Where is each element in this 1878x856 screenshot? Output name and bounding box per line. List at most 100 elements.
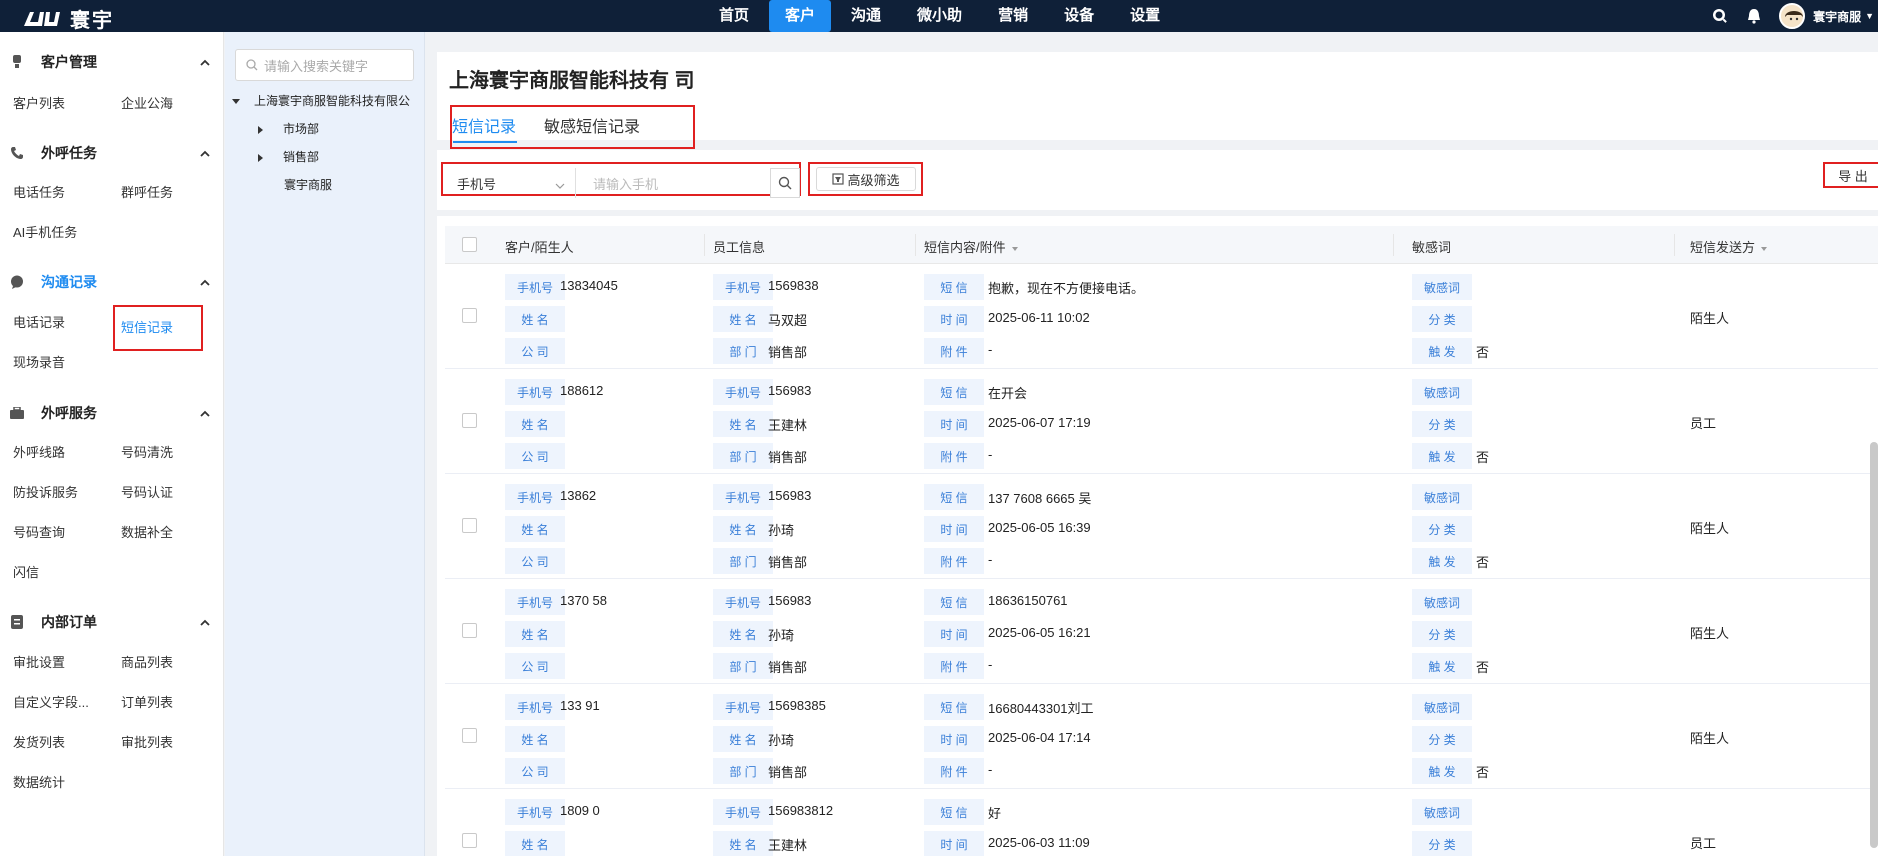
nav-communication[interactable]: 沟通 — [835, 0, 897, 32]
sms-attachment: - — [988, 447, 993, 462]
select-all-checkbox[interactable] — [462, 237, 477, 252]
caret-right-icon[interactable] — [258, 125, 263, 134]
column-header-label: 短信内容/附件 — [924, 240, 1006, 255]
chevron-up-icon[interactable] — [200, 274, 210, 290]
sidebar-item-custom-fields[interactable]: 自定义字段... — [13, 693, 89, 713]
column-header-sender[interactable]: 短信发送方 — [1690, 237, 1768, 256]
nav-customer[interactable]: 客户 — [769, 0, 832, 32]
sidebar-item-onsite-recording[interactable]: 现场录音 — [13, 353, 65, 373]
sidebar-item-data-statistics[interactable]: 数据统计 — [13, 773, 65, 793]
sidebar-item-call-records[interactable]: 电话记录 — [13, 313, 65, 333]
search-input[interactable]: 请输入手机 — [583, 168, 772, 198]
nav-marketing[interactable]: 营销 — [982, 0, 1044, 32]
caret-down-icon[interactable] — [232, 99, 240, 105]
chevron-up-icon[interactable] — [200, 54, 210, 70]
tree-node-root[interactable]: 上海寰宇商服智能科技有限公 — [232, 92, 425, 110]
top-navbar: 寰宇 首页 客户 沟通 微小助 营销 设备 设置 寰宇商服 ▼ — [0, 0, 1878, 32]
sidebar-item-order-list[interactable]: 订单列表 — [121, 693, 173, 713]
sidebar-item-approval-list[interactable]: 审批列表 — [121, 733, 173, 753]
sidebar-item-customer-list[interactable]: 客户列表 — [13, 94, 65, 114]
table-row[interactable]: 手机号 1370 58 姓 名公 司手机号 156983 姓 名孙琦部 门销售部短 信1… — [445, 579, 1878, 684]
section-customer-management[interactable]: 客户管理 — [10, 50, 210, 74]
column-header-label: 短信发送方 — [1690, 240, 1756, 255]
nav-device[interactable]: 设备 — [1048, 0, 1110, 32]
search-field-select[interactable]: 手机号 — [451, 168, 576, 198]
employee-phone: 15698385 — [768, 698, 826, 713]
section-outbound-services[interactable]: 外呼服务 — [10, 401, 210, 425]
tree-node-sales[interactable]: 销售部 — [258, 148, 319, 166]
sidebar-item-ai-phone-task[interactable]: AI手机任务 — [13, 223, 77, 243]
chevron-up-icon[interactable] — [200, 405, 210, 421]
table-row[interactable]: 手机号 133 91 姓 名公 司手机号 15698385 姓 名孙琦部 门销售部短 信… — [445, 684, 1878, 789]
tree-node-huanyu[interactable]: 寰宇商服 — [284, 176, 332, 194]
label-sensitive-word: 敏感词 — [1412, 274, 1472, 300]
nav-assistant[interactable]: 微小助 — [901, 0, 978, 32]
label-sensitive-word: 敏感词 — [1412, 589, 1472, 615]
row-checkbox[interactable] — [462, 518, 477, 533]
sms-time: 2025-06-05 16:21 — [988, 625, 1091, 640]
sidebar-item-sms-records[interactable]: 短信记录 — [113, 305, 203, 351]
sidebar-item-public-pool[interactable]: 企业公海 — [121, 94, 173, 114]
employee-name: 马双超 — [768, 313, 808, 328]
label-time: 时 间 — [924, 726, 984, 752]
sidebar-item-shipping-list[interactable]: 发货列表 — [13, 733, 65, 753]
tab-sensitive-sms-records[interactable]: 敏感短信记录 — [544, 113, 640, 137]
row-checkbox[interactable] — [462, 833, 477, 848]
chevron-up-icon[interactable] — [200, 614, 210, 630]
export-button[interactable]: 导 出 — [1823, 162, 1878, 188]
table-row[interactable]: 手机号 13862 姓 名公 司手机号 156983 姓 名孙琦部 门销售部短 信 137… — [445, 474, 1878, 579]
label-category: 分 类 — [1412, 726, 1472, 752]
main-nav: 首页 客户 沟通 微小助 营销 设备 设置 — [703, 0, 1180, 32]
sidebar-item-data-completion[interactable]: 数据补全 — [121, 523, 173, 543]
tree-search-input[interactable]: 请输入搜索关键字 — [235, 49, 414, 81]
filter-bar: 手机号 请输入手机 高级筛选 导 出 — [437, 150, 1878, 210]
caret-right-icon[interactable] — [258, 153, 263, 162]
label-phone: 手机号 — [713, 589, 773, 615]
app-logo[interactable]: 寰宇 — [20, 4, 114, 33]
table-row[interactable]: 手机号1809 0姓 名公 司手机号156983812姓 名王建林部 门短 信好… — [445, 789, 1878, 856]
tab-sms-records[interactable]: 短信记录 — [452, 113, 516, 137]
sidebar-item-phone-task[interactable]: 电话任务 — [13, 183, 65, 203]
user-name[interactable]: 寰宇商服 — [1813, 8, 1861, 25]
label-phone: 手机号 — [713, 274, 773, 300]
advanced-filter-button[interactable]: 高级筛选 — [816, 167, 916, 191]
label-trigger: 触 发 — [1412, 443, 1472, 469]
sidebar-item-product-list[interactable]: 商品列表 — [121, 653, 173, 673]
sort-icon[interactable] — [1011, 246, 1018, 251]
avatar[interactable] — [1779, 3, 1806, 29]
table-row[interactable]: 手机号 13834045 姓 名公 司手机号 1569838 姓 名马双超部 门销售部短… — [445, 264, 1878, 369]
row-checkbox[interactable] — [462, 413, 477, 428]
briefcase-icon — [10, 406, 24, 420]
search-icon — [246, 59, 258, 71]
sidebar-item-group-call[interactable]: 群呼任务 — [121, 183, 173, 203]
nav-home[interactable]: 首页 — [703, 0, 765, 32]
row-checkbox[interactable] — [462, 728, 477, 743]
bell-icon[interactable] — [1745, 7, 1763, 25]
section-communication-records[interactable]: 沟通记录 — [10, 270, 210, 294]
sms-attachment: - — [988, 552, 993, 567]
sidebar-item-anti-complaint[interactable]: 防投诉服务 — [13, 483, 78, 503]
label-category: 分 类 — [1412, 621, 1472, 647]
column-header-sms-content[interactable]: 短信内容/附件 — [924, 237, 1018, 256]
nav-settings[interactable]: 设置 — [1114, 0, 1176, 32]
table-row[interactable]: 手机号 188612 姓 名公 司手机号 156983 姓 名王建林部 门销售部短 信在… — [445, 369, 1878, 474]
search-button[interactable] — [770, 168, 800, 198]
chevron-down-icon[interactable]: ▼ — [1865, 11, 1874, 21]
sidebar-item-number-cleaning[interactable]: 号码清洗 — [121, 443, 173, 463]
vertical-scrollbar[interactable] — [1870, 442, 1878, 848]
search-icon[interactable] — [1711, 7, 1729, 25]
sort-icon[interactable] — [1761, 246, 1768, 251]
section-outbound-tasks[interactable]: 外呼任务 — [10, 141, 210, 165]
sidebar-item-number-query[interactable]: 号码查询 — [13, 523, 65, 543]
label-attachment: 附 件 — [924, 548, 984, 574]
label-phone: 手机号 — [713, 799, 773, 825]
sidebar-item-flash-sms[interactable]: 闪信 — [13, 563, 39, 583]
chevron-up-icon[interactable] — [200, 145, 210, 161]
section-internal-orders[interactable]: 内部订单 — [10, 610, 210, 634]
sidebar-item-number-certification[interactable]: 号码认证 — [121, 483, 173, 503]
row-checkbox[interactable] — [462, 308, 477, 323]
row-checkbox[interactable] — [462, 623, 477, 638]
tree-node-marketing[interactable]: 市场部 — [258, 120, 319, 138]
sidebar-item-outbound-lines[interactable]: 外呼线路 — [13, 443, 65, 463]
sidebar-item-approval-settings[interactable]: 审批设置 — [13, 653, 65, 673]
